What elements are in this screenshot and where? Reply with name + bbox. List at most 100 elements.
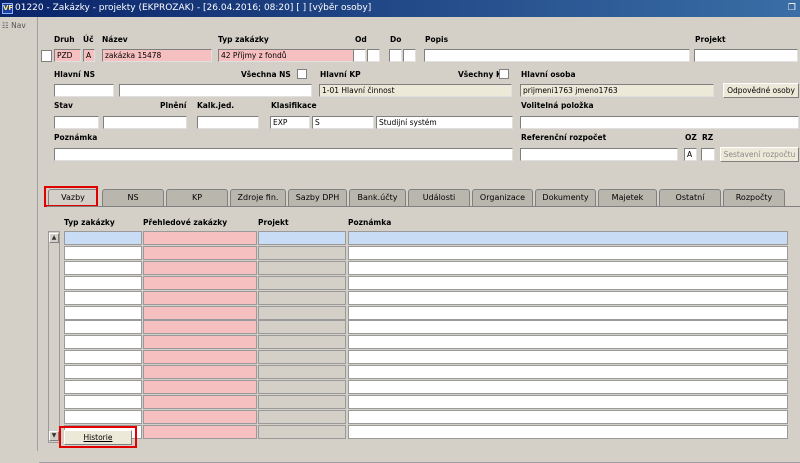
poznamka-field[interactable] [54,148,513,161]
projekt-cell[interactable] [258,380,346,394]
hlavni-osoba-field[interactable]: prijmeni1763 jmeno1763 [520,84,714,97]
poznamka-cell[interactable] [348,260,788,275]
prehledove-zakazky-cell[interactable] [143,260,257,275]
nazev-field[interactable]: zakázka 15478 [102,49,212,62]
poznamka-cell[interactable] [348,305,788,320]
klasifikace-name-field[interactable]: Studijní systém [376,116,513,129]
poznamka-cell[interactable] [348,290,788,305]
poznamka-cell[interactable] [348,335,788,350]
prehledove-zakazky-cell[interactable] [143,305,257,320]
prehledove-zakazky-cell[interactable] [143,424,257,439]
poznamka-cell[interactable] [348,365,788,380]
poznamka-cell[interactable] [348,275,788,290]
odpovedne-osoby-button[interactable]: Odpovědné osoby [723,83,799,98]
projekt-cell[interactable] [258,275,346,290]
tab-kp[interactable]: KP [166,189,228,206]
poznamka-cell[interactable] [348,245,788,260]
do-field-1[interactable] [389,49,402,62]
projekt-cell[interactable] [258,260,346,275]
projekt-cell[interactable] [258,290,346,305]
poznamka-cell[interactable] [348,380,788,394]
prehledove-zakazky-cell[interactable] [143,275,257,290]
stav-field[interactable] [54,116,99,129]
prehledove-zakazky-cell[interactable] [143,335,257,350]
poznamka-cell[interactable] [348,424,788,439]
popis-field[interactable] [424,49,690,62]
typ-zakazky-cell[interactable] [64,231,142,245]
prehledove-zakazky-cell[interactable] [143,290,257,305]
typ-zakazky-cell[interactable] [64,290,142,305]
grid-scrollbar[interactable] [48,231,60,443]
typ-zakazky-field[interactable]: 42 Příjmy z fondů [218,49,358,62]
poznamka-cell[interactable] [348,350,788,365]
tab-sazby-dph[interactable]: Sazby DPH [288,189,347,206]
prehledove-zakazky-cell[interactable] [143,320,257,335]
referencni-rozpocet-field[interactable] [520,148,678,161]
rz-field[interactable] [701,148,715,161]
projekt-cell[interactable] [258,305,346,320]
projekt-cell[interactable] [258,424,346,439]
vsechna-ns-checkbox[interactable] [297,69,307,79]
typ-zakazky-cell[interactable] [64,320,142,335]
nav-button[interactable]: ☷ Nav [2,21,26,30]
restore-icon[interactable]: ❐ [788,1,796,16]
oz-field[interactable]: A [684,148,697,161]
tab-majetek[interactable]: Majetek [598,189,657,206]
typ-zakazky-cell[interactable] [64,260,142,275]
prehledove-zakazky-cell[interactable] [143,409,257,424]
volitelna-polozka-field[interactable] [520,116,799,129]
record-select-checkbox[interactable] [41,50,52,62]
prehledove-zakazky-cell[interactable] [143,394,257,409]
poznamka-cell[interactable] [348,394,788,409]
druh-field[interactable]: PZD [54,49,81,62]
do-field-2[interactable] [403,49,416,62]
vsechny-kp-checkbox[interactable] [499,69,509,79]
projekt-cell[interactable] [258,231,346,245]
typ-zakazky-cell[interactable] [64,305,142,320]
scroll-up-icon[interactable]: ▲ [49,233,59,243]
projekt-cell[interactable] [258,245,346,260]
uc-field[interactable]: A [83,49,95,62]
tab-ns[interactable]: NS [102,189,164,206]
plneni-field[interactable] [103,116,187,129]
prehledove-zakazky-cell[interactable] [143,245,257,260]
typ-zakazky-cell[interactable] [64,394,142,409]
tab-zdroje-fin[interactable]: Zdroje fin. [230,189,286,206]
typ-zakazky-cell[interactable] [64,380,142,394]
typ-zakazky-cell[interactable] [64,365,142,380]
klasifikace-sub-field[interactable]: S [312,116,374,129]
projekt-cell[interactable] [258,394,346,409]
klasifikace-code-field[interactable]: EXP [270,116,310,129]
tab-ostatni[interactable]: Ostatní [659,189,721,206]
prehledove-zakazky-cell[interactable] [143,365,257,380]
projekt-cell[interactable] [258,350,346,365]
projekt-cell[interactable] [258,320,346,335]
typ-zakazky-cell[interactable] [64,409,142,424]
kalk-jed-field[interactable] [197,116,259,129]
scroll-down-icon[interactable]: ▼ [49,431,59,441]
od-field-1[interactable] [353,49,366,62]
poznamka-cell[interactable] [348,409,788,424]
prehledove-zakazky-cell[interactable] [143,231,257,245]
projekt-cell[interactable] [258,409,346,424]
poznamka-cell[interactable] [348,320,788,335]
prehledove-zakazky-cell[interactable] [143,380,257,394]
projekt-cell[interactable] [258,365,346,380]
tab-dokumenty[interactable]: Dokumenty [535,189,596,206]
hlavni-kp-field[interactable]: 1-01 Hlavní činnost [319,84,512,97]
tab-udalosti[interactable]: Události [408,189,470,206]
typ-zakazky-cell[interactable] [64,335,142,350]
poznamka-cell[interactable] [348,231,788,245]
tab-bank-ucty[interactable]: Bank.účty [349,189,406,206]
prehledove-zakazky-cell[interactable] [143,350,257,365]
typ-zakazky-cell[interactable] [64,275,142,290]
od-field-2[interactable] [367,49,380,62]
hlavni-ns-name-field[interactable] [119,84,312,97]
projekt-field[interactable] [694,49,798,62]
projekt-cell[interactable] [258,335,346,350]
sestaveni-rozpoctu-button[interactable]: Sestavení rozpočtu [720,147,799,162]
tab-rozpocty[interactable]: Rozpočty [723,189,785,206]
typ-zakazky-cell[interactable] [64,245,142,260]
typ-zakazky-cell[interactable] [64,350,142,365]
hlavni-ns-field[interactable] [54,84,114,97]
